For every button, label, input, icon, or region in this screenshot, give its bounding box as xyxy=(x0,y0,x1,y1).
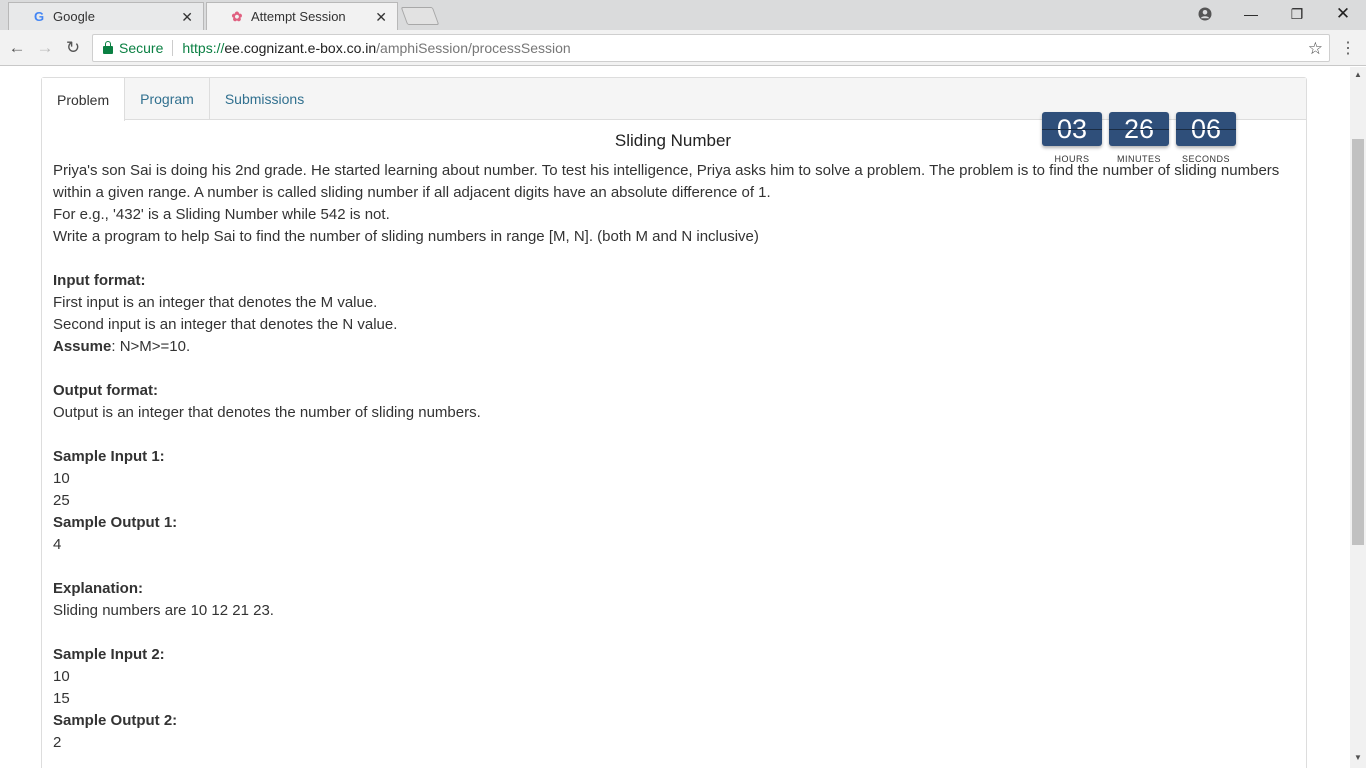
browser-toolbar: ← → ↻ Secure https:// ee.cognizant.e-box… xyxy=(0,30,1366,66)
url-scheme: https:// xyxy=(182,40,225,56)
assume-label: Assume xyxy=(53,338,112,355)
sample-input-2-heading: Sample Input 2: xyxy=(53,646,165,663)
browser-menu-icon[interactable]: ⋮ xyxy=(1340,38,1356,58)
secure-label: Secure xyxy=(119,40,164,56)
tab-program[interactable]: Program xyxy=(125,78,210,120)
address-bar[interactable]: Secure https:// ee.cognizant.e-box.co.in… xyxy=(92,34,1330,62)
profile-icon[interactable] xyxy=(1182,0,1228,28)
new-tab-button[interactable] xyxy=(400,7,440,25)
problem-title: Sliding Number xyxy=(614,131,732,150)
scrollbar-thumb[interactable] xyxy=(1352,139,1364,545)
browser-tab-title: Google xyxy=(53,9,95,24)
problem-example: For e.g., '432' is a Sliding Number whil… xyxy=(53,206,390,223)
input-format-line: First input is an integer that denotes t… xyxy=(53,294,378,311)
assume-line: Assume: N>M>=10. xyxy=(53,336,1293,358)
forward-icon[interactable]: → xyxy=(34,37,56,59)
lock-icon xyxy=(103,41,113,54)
bookmark-star-icon[interactable]: ☆ xyxy=(1308,39,1323,59)
scroll-up-icon[interactable]: ▲ xyxy=(1354,70,1362,79)
url-host: ee.cognizant.e-box.co.in xyxy=(224,40,377,56)
ebox-icon: ✿ xyxy=(231,8,243,24)
explanation-text: Sliding numbers are 10 12 21 23. xyxy=(53,602,274,619)
sample-output-1-value: 4 xyxy=(53,536,62,553)
sample-input-2-line: 10 xyxy=(53,668,70,685)
restore-icon[interactable]: ❐ xyxy=(1274,0,1320,28)
browser-tabstrip: G Google ✕ ✿ Attempt Session ✕ — ❐ ✕ xyxy=(0,0,1366,30)
close-icon[interactable]: ✕ xyxy=(181,9,193,26)
scroll-down-icon[interactable]: ▼ xyxy=(1354,753,1362,762)
browser-tab-title: Attempt Session xyxy=(251,9,346,24)
reload-icon[interactable]: ↻ xyxy=(62,37,84,59)
assume-text: : N>M>=10. xyxy=(111,338,191,355)
sample-output-2-value: 2 xyxy=(53,734,62,751)
url-path: /amphiSession/processSession xyxy=(376,40,571,56)
back-icon[interactable]: ← xyxy=(6,37,28,59)
input-format-line: Second input is an integer that denotes … xyxy=(53,316,398,333)
problem-content: Sliding Number Priya's son Sai is doing … xyxy=(53,130,1293,754)
output-format-heading: Output format: xyxy=(53,382,158,399)
input-format-heading: Input format: xyxy=(53,272,146,289)
divider xyxy=(172,40,174,56)
sample-output-1-heading: Sample Output 1: xyxy=(53,514,178,531)
page-viewport: Problem Program Submissions 03 HOURS 26 … xyxy=(0,67,1350,768)
minimize-icon[interactable]: — xyxy=(1228,0,1274,28)
problem-intro: Priya's son Sai is doing his 2nd grade. … xyxy=(53,162,1280,201)
problem-task: Write a program to help Sai to find the … xyxy=(53,228,759,245)
sample-input-2-line: 15 xyxy=(53,690,70,707)
browser-tab-attempt-session[interactable]: ✿ Attempt Session ✕ xyxy=(206,2,398,30)
tab-submissions[interactable]: Submissions xyxy=(210,78,319,120)
sample-input-1-line: 25 xyxy=(53,492,70,509)
explanation-heading: Explanation: xyxy=(53,580,144,597)
browser-tab-google[interactable]: G Google ✕ xyxy=(8,2,204,30)
problem-panel: Problem Program Submissions 03 HOURS 26 … xyxy=(41,77,1307,768)
page-scrollbar[interactable]: ▲ ▼ xyxy=(1350,67,1366,768)
close-icon[interactable]: ✕ xyxy=(375,9,387,26)
sample-input-1-heading: Sample Input 1: xyxy=(53,448,165,465)
close-window-icon[interactable]: ✕ xyxy=(1320,0,1366,28)
tab-problem[interactable]: Problem xyxy=(42,78,126,121)
google-icon: G xyxy=(33,9,45,24)
sample-output-2-heading: Sample Output 2: xyxy=(53,712,178,729)
output-format-line: Output is an integer that denotes the nu… xyxy=(53,404,481,421)
sample-input-1-line: 10 xyxy=(53,470,70,487)
